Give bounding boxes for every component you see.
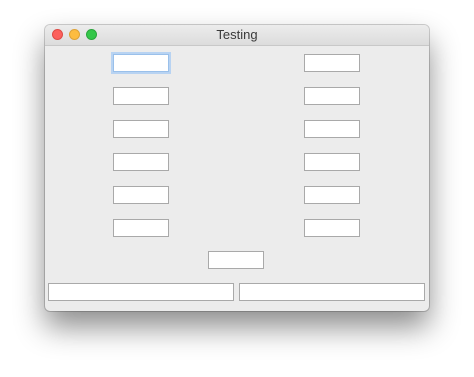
left-field-1[interactable]: [113, 54, 169, 72]
right-field-2[interactable]: [304, 87, 360, 105]
right-field-4[interactable]: [304, 153, 360, 171]
left-field-6[interactable]: [113, 219, 169, 237]
left-field-3[interactable]: [113, 120, 169, 138]
center-field[interactable]: [208, 251, 264, 269]
bottom-right-field[interactable]: [239, 283, 425, 301]
left-field-4[interactable]: [113, 153, 169, 171]
left-field-2[interactable]: [113, 87, 169, 105]
app-window: Testing: [45, 25, 429, 311]
window-title: Testing: [216, 27, 258, 42]
bottom-left-field[interactable]: [48, 283, 234, 301]
right-field-1[interactable]: [304, 54, 360, 72]
left-field-5[interactable]: [113, 186, 169, 204]
title-bar[interactable]: Testing: [45, 25, 429, 46]
right-field-5[interactable]: [304, 186, 360, 204]
right-field-6[interactable]: [304, 219, 360, 237]
right-field-3[interactable]: [304, 120, 360, 138]
